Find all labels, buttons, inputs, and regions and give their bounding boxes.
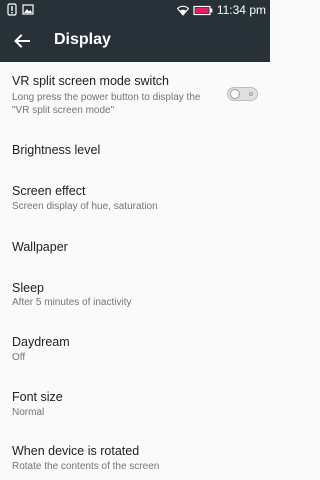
toggle-off-indicator — [249, 92, 253, 96]
setting-subtitle: Rotate the contents of the screen — [12, 461, 160, 472]
vr-split-toggle[interactable] — [227, 87, 258, 101]
setting-font-size[interactable]: Font size Normal — [0, 380, 270, 434]
setting-vr-split-screen[interactable]: VR split screen mode switch Long press t… — [0, 62, 270, 128]
status-bar: 11:34 pm — [0, 0, 270, 20]
setting-title: Font size — [12, 390, 63, 404]
setting-brightness-level[interactable]: Brightness level — [0, 128, 270, 174]
setting-device-rotated[interactable]: When device is rotated Rotate the conten… — [0, 434, 270, 480]
wifi-icon — [176, 4, 190, 17]
battery-icon — [193, 4, 213, 17]
setting-daydream[interactable]: Daydream Off — [0, 326, 270, 380]
setting-subtitle: Off — [12, 352, 26, 363]
page-title: Display — [54, 31, 111, 48]
back-button[interactable] — [10, 29, 34, 53]
setting-subtitle: Normal — [12, 407, 45, 418]
notification-icon — [6, 3, 18, 16]
arrow-left-icon — [14, 34, 30, 48]
setting-sleep[interactable]: Sleep After 5 minutes of inactivity — [0, 272, 270, 326]
setting-title: When device is rotated — [12, 444, 140, 458]
image-icon — [22, 3, 34, 16]
setting-title: VR split screen mode switch — [12, 74, 170, 88]
setting-subtitle: "VR split screen mode" — [12, 105, 115, 116]
status-right-icons: 11:34 pm — [176, 2, 266, 18]
setting-title: Brightness level — [12, 143, 101, 157]
toggle-thumb — [230, 89, 240, 99]
setting-screen-effect[interactable]: Screen effect Screen display of hue, sat… — [0, 174, 270, 222]
setting-subtitle: Long press the power button to display t… — [12, 92, 201, 103]
setting-title: Sleep — [12, 281, 44, 295]
app-bar: Display — [0, 20, 270, 62]
setting-title: Daydream — [12, 335, 70, 349]
setting-wallpaper[interactable]: Wallpaper — [0, 222, 270, 272]
setting-subtitle: Screen display of hue, saturation — [12, 201, 158, 212]
status-clock: 11:34 pm — [216, 3, 266, 17]
settings-list: VR split screen mode switch Long press t… — [0, 62, 270, 480]
setting-title: Wallpaper — [12, 240, 68, 254]
setting-subtitle: After 5 minutes of inactivity — [12, 297, 132, 308]
setting-title: Screen effect — [12, 184, 86, 198]
status-left-icons — [6, 3, 34, 16]
